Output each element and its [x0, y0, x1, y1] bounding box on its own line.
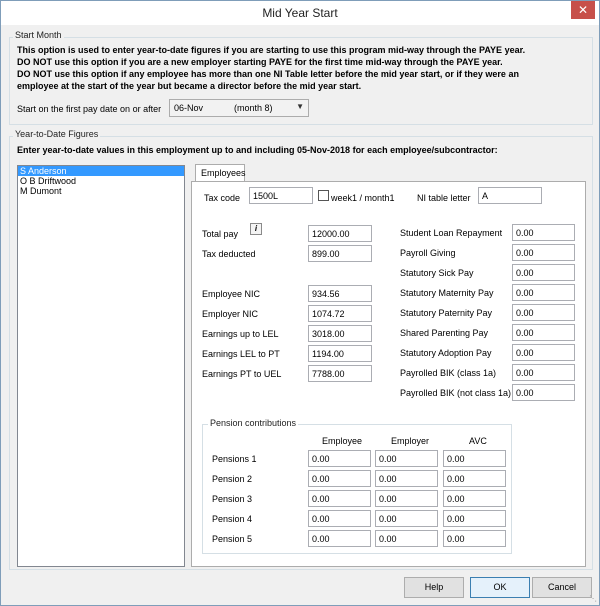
right-field-input[interactable]: 0.00 — [512, 264, 575, 281]
pension-avc-input[interactable]: 0.00 — [443, 450, 506, 467]
left-field-input[interactable]: 12000.00 — [308, 225, 372, 242]
right-field-label: Statutory Paternity Pay — [400, 308, 493, 318]
right-field-input[interactable]: 0.00 — [512, 324, 575, 341]
cancel-button[interactable]: Cancel — [532, 577, 592, 598]
info-line-3: DO NOT use this option if any employee h… — [17, 69, 519, 79]
first-pay-date-label: Start on the first pay date on or after — [17, 104, 162, 114]
right-field-label: Payrolled BIK (class 1a) — [400, 368, 497, 378]
left-field-label: Employee NIC — [202, 289, 261, 299]
right-field-label: Payroll Giving — [400, 248, 456, 258]
right-field-label: Student Loan Repayment — [400, 228, 503, 238]
pension-group-label: Pension contributions — [208, 418, 299, 428]
left-field-input[interactable]: 1194.00 — [308, 345, 372, 362]
right-field-input[interactable]: 0.00 — [512, 284, 575, 301]
left-field-input[interactable]: 934.56 — [308, 285, 372, 302]
ytd-group-label: Year-to-Date Figures — [13, 129, 101, 139]
first-pay-month-value: (month 8) — [234, 103, 273, 113]
left-field-input[interactable]: 899.00 — [308, 245, 372, 262]
right-field-input[interactable]: 0.00 — [512, 244, 575, 261]
start-month-group-label: Start Month — [13, 30, 64, 40]
right-field-input[interactable]: 0.00 — [512, 344, 575, 361]
first-pay-date-value: 06-Nov — [174, 103, 204, 113]
tax-code-label: Tax code — [204, 193, 241, 203]
left-field-label: Earnings PT to UEL — [202, 369, 282, 379]
info-line-2: DO NOT use this option if you are a new … — [17, 57, 503, 67]
pension-avc-input[interactable]: 0.00 — [443, 470, 506, 487]
right-field-label: Statutory Sick Pay — [400, 268, 474, 278]
pension-row-label: Pension 5 — [212, 534, 253, 544]
pension-employer-input[interactable]: 0.00 — [375, 530, 438, 547]
info-line-4: employee at the start of the year but be… — [17, 81, 362, 91]
info-line-1: This option is used to enter year-to-dat… — [17, 45, 526, 55]
ok-button[interactable]: OK — [470, 577, 530, 598]
pension-employer-input[interactable]: 0.00 — [375, 470, 438, 487]
pension-employer-input[interactable]: 0.00 — [375, 510, 438, 527]
pension-employee-input[interactable]: 0.00 — [308, 530, 371, 547]
week1-month1-label: week1 / month1 — [331, 193, 395, 203]
pension-employee-input[interactable]: 0.00 — [308, 490, 371, 507]
right-field-label: Statutory Maternity Pay — [400, 288, 494, 298]
ni-letter-input[interactable]: A — [478, 187, 542, 204]
employees-tab-panel: Tax code 1500L week1 / month1 NI table l… — [191, 181, 586, 567]
employee-list-item[interactable]: M Dumont — [18, 186, 184, 196]
left-field-label: Tax deducted — [202, 249, 256, 259]
left-field-label: Earnings up to LEL — [202, 329, 279, 339]
left-field-label: Earnings LEL to PT — [202, 349, 280, 359]
pension-col-employer: Employer — [391, 436, 430, 446]
pension-employer-input[interactable]: 0.00 — [375, 450, 438, 467]
week1-month1-checkbox[interactable] — [318, 190, 329, 201]
tax-code-input[interactable]: 1500L — [249, 187, 313, 204]
left-field-input[interactable]: 7788.00 — [308, 365, 372, 382]
left-field-label: Total pay — [202, 229, 239, 239]
pension-avc-input[interactable]: 0.00 — [443, 530, 506, 547]
right-field-label: Payrolled BIK (not class 1a) — [400, 388, 512, 398]
left-field-input[interactable]: 3018.00 — [308, 325, 372, 342]
tab-employees[interactable]: Employees — [195, 164, 246, 182]
resize-grip-icon[interactable]: ⋱ — [589, 594, 597, 603]
ni-letter-label: NI table letter — [417, 193, 471, 203]
title-bar: Mid Year Start ✕ — [1, 1, 599, 25]
chevron-down-icon: ▼ — [296, 102, 304, 111]
mid-year-start-dialog: Mid Year Start ✕ Start Month This option… — [0, 0, 600, 606]
employee-list-item[interactable]: O B Driftwood — [18, 176, 184, 186]
right-field-label: Shared Parenting Pay — [400, 328, 489, 338]
right-field-input[interactable]: 0.00 — [512, 384, 575, 401]
ytd-heading: Enter year-to-date values in this employ… — [17, 145, 498, 155]
pension-col-employee: Employee — [322, 436, 363, 446]
info-icon[interactable]: i — [250, 223, 262, 235]
pension-employee-input[interactable]: 0.00 — [308, 510, 371, 527]
employee-list-item[interactable]: S Anderson — [18, 166, 184, 176]
right-field-input[interactable]: 0.00 — [512, 304, 575, 321]
pension-row-label: Pension 2 — [212, 474, 253, 484]
pension-row-label: Pension 3 — [212, 494, 253, 504]
pension-avc-input[interactable]: 0.00 — [443, 510, 506, 527]
first-pay-date-select[interactable]: 06-Nov (month 8) ▼ — [169, 99, 309, 117]
window-title: Mid Year Start — [262, 6, 338, 20]
close-icon[interactable]: ✕ — [571, 1, 595, 19]
pension-employee-input[interactable]: 0.00 — [308, 470, 371, 487]
help-button[interactable]: Help — [404, 577, 464, 598]
pension-avc-input[interactable]: 0.00 — [443, 490, 506, 507]
left-field-label: Employer NIC — [202, 309, 259, 319]
pension-employer-input[interactable]: 0.00 — [375, 490, 438, 507]
pension-row-label: Pensions 1 — [212, 454, 257, 464]
left-field-input[interactable]: 1074.72 — [308, 305, 372, 322]
employee-list[interactable]: S Anderson O B Driftwood M Dumont — [17, 165, 185, 567]
right-field-input[interactable]: 0.00 — [512, 224, 575, 241]
right-field-label: Statutory Adoption Pay — [400, 348, 492, 358]
pension-employee-input[interactable]: 0.00 — [308, 450, 371, 467]
right-field-input[interactable]: 0.00 — [512, 364, 575, 381]
pension-row-label: Pension 4 — [212, 514, 253, 524]
pension-col-avc: AVC — [469, 436, 487, 446]
